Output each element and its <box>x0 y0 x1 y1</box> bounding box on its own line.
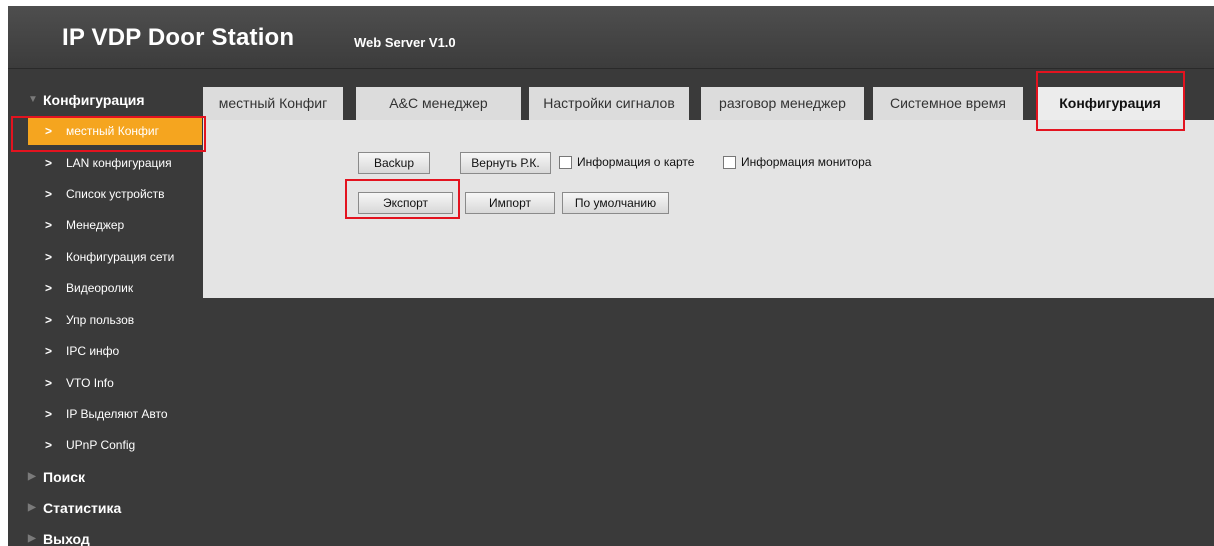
sidebar-item-upnp-config[interactable]: > UPnP Config <box>8 431 203 459</box>
sidebar-item-label: местный Конфиг <box>66 124 159 138</box>
chevron-right-icon: > <box>45 281 53 295</box>
sidebar-section-statistics[interactable]: ▶ Статистика <box>8 497 203 519</box>
sidebar-item-label: Список устройств <box>66 187 165 201</box>
sidebar-item-local-config[interactable]: > местный Конфиг <box>28 117 202 145</box>
card-info-checkbox[interactable] <box>559 156 572 169</box>
chevron-right-icon: > <box>45 344 53 358</box>
sidebar-item-user-management[interactable]: > Упр пользов <box>8 306 203 334</box>
sidebar-item-ip-auto[interactable]: > IP Выделяют Авто <box>8 400 203 428</box>
sidebar-item-label: IP Выделяют Авто <box>66 407 168 421</box>
chevron-right-icon: > <box>45 187 53 201</box>
triangle-down-icon: ▼ <box>28 94 38 105</box>
backup-button[interactable]: Backup <box>358 152 430 174</box>
sidebar-item-manager[interactable]: > Менеджер <box>8 211 203 239</box>
section-label: Выход <box>43 531 90 546</box>
monitor-info-label: Информация монитора <box>741 155 872 169</box>
sidebar-item-label: IPC инфо <box>66 344 120 358</box>
tab-signal-settings[interactable]: Настройки сигналов <box>529 87 689 120</box>
config-panel: Backup Вернуть Р.К. Информация о карте И… <box>203 120 1214 298</box>
import-button[interactable]: Импорт <box>465 192 555 214</box>
sidebar-item-label: UPnP Config <box>66 438 136 452</box>
sidebar-item-video[interactable]: > Видеоролик <box>8 274 203 302</box>
chevron-right-icon: > <box>45 438 53 452</box>
chevron-right-icon: > <box>45 124 53 138</box>
sidebar-item-label: LAN конфигурация <box>66 156 172 170</box>
triangle-right-icon: ▶ <box>28 502 36 513</box>
sidebar-section-search[interactable]: ▶ Поиск <box>8 466 203 488</box>
app-title: IP VDP Door Station <box>62 24 295 51</box>
sidebar-section-config[interactable]: ▼ Конфигурация <box>8 89 203 111</box>
sidebar-item-label: Конфигурация сети <box>66 250 175 264</box>
restore-button[interactable]: Вернуть Р.К. <box>460 152 551 174</box>
sidebar-item-label: Менеджер <box>66 218 125 232</box>
sidebar-item-network-config[interactable]: > Конфигурация сети <box>8 243 203 271</box>
tab-local-config[interactable]: местный Конфиг <box>203 87 343 120</box>
tab-talk-manager[interactable]: разговор менеджер <box>701 87 864 120</box>
section-label: Поиск <box>43 469 86 485</box>
triangle-right-icon: ▶ <box>28 533 36 544</box>
app-window: IP VDP Door Station Web Server V1.0 ▼ Ко… <box>8 6 1214 546</box>
sidebar-item-device-list[interactable]: > Список устройств <box>8 180 203 208</box>
sidebar-item-label: Упр пользов <box>66 313 135 327</box>
sidebar-item-ipc-info[interactable]: > IPC инфо <box>8 337 203 365</box>
sidebar-section-exit[interactable]: ▶ Выход <box>8 528 203 546</box>
sidebar-item-label: VTO Info <box>66 376 114 390</box>
chevron-right-icon: > <box>45 376 53 390</box>
default-button[interactable]: По умолчанию <box>562 192 669 214</box>
section-label: Конфигурация <box>43 92 145 108</box>
monitor-info-checkbox[interactable] <box>723 156 736 169</box>
tab-configuration[interactable]: Конфигурация <box>1037 87 1183 120</box>
sidebar-item-label: Видеоролик <box>66 281 134 295</box>
tab-system-time[interactable]: Системное время <box>873 87 1023 120</box>
sidebar-item-lan-config[interactable]: > LAN конфигурация <box>8 149 203 177</box>
chevron-right-icon: > <box>45 250 53 264</box>
chevron-right-icon: > <box>45 407 53 421</box>
triangle-right-icon: ▶ <box>28 471 36 482</box>
card-info-label: Информация о карте <box>577 155 695 169</box>
chevron-right-icon: > <box>45 156 53 170</box>
tab-ac-manager[interactable]: A&C менеджер <box>356 87 521 120</box>
chevron-right-icon: > <box>45 218 53 232</box>
export-button[interactable]: Экспорт <box>358 192 453 214</box>
sidebar-item-vto-info[interactable]: > VTO Info <box>8 369 203 397</box>
app-subtitle: Web Server V1.0 <box>354 35 456 50</box>
header: IP VDP Door Station Web Server V1.0 <box>8 6 1214 69</box>
chevron-right-icon: > <box>45 313 53 327</box>
section-label: Статистика <box>43 500 122 516</box>
